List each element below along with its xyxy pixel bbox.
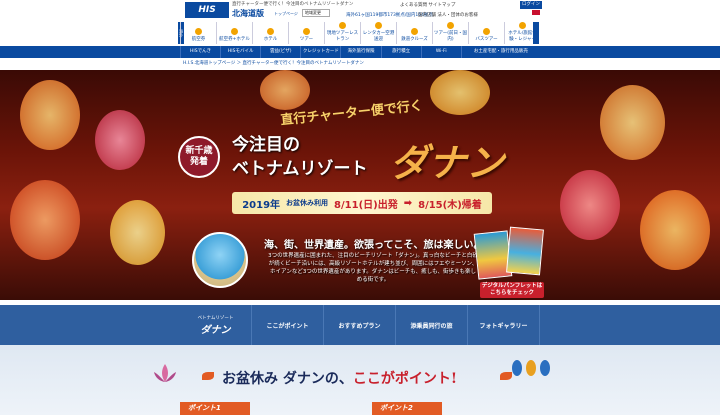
nav-denki[interactable]: HISでんき xyxy=(180,46,220,58)
points-headline: お盆休み ダナンの、ここがポイント! xyxy=(222,371,458,387)
site-header: HIS 直行チャーター便で行く！今注目のベトナムリゾートダナン 北海道版 トップ… xyxy=(0,0,720,46)
section-nav-points[interactable]: ここがポイント xyxy=(252,305,324,345)
nav-insurance[interactable]: 海外旅行保険 xyxy=(340,46,380,58)
lantern-image xyxy=(560,170,620,240)
lantern-image xyxy=(95,110,145,170)
plane-icon xyxy=(195,28,202,35)
section-nav: ベトナムリゾート ダナン ここがポイント おすすめプラン 添乗員同行の旅 フォト… xyxy=(0,305,720,345)
category-rail[interactable]: 鉄道クルーズ xyxy=(396,22,432,44)
category-domestic-tour[interactable]: ツアー(前日・国内) xyxy=(432,22,468,44)
category-local-tour[interactable]: 現地ツアーレストラン xyxy=(324,22,360,44)
tour-icon xyxy=(303,28,310,35)
lantern-image xyxy=(600,85,665,160)
train-icon xyxy=(411,28,418,35)
ryokan-icon xyxy=(519,22,526,29)
nav-mobile[interactable]: HISモバイル xyxy=(220,46,260,58)
language-flag-icon[interactable] xyxy=(532,10,540,15)
section-nav-plans[interactable]: おすすめプラン xyxy=(324,305,396,345)
breadcrumb[interactable]: H.I.S.北海道トップページ ＞ 直行チャーター便で行く！今注目のベトナムリゾ… xyxy=(183,60,364,66)
bus-icon xyxy=(483,28,490,35)
login-button[interactable]: ログイン xyxy=(520,1,542,9)
category-rental[interactable]: レンタカー空港送迎 xyxy=(360,22,396,44)
sub-links[interactable]: 国内店舗 法人・団体のお客様 xyxy=(418,12,478,18)
region-label: 北海道版 xyxy=(232,9,264,18)
plane-hotel-icon xyxy=(231,28,238,35)
obon-label: お盆休み利用 xyxy=(286,199,329,207)
category-bus[interactable]: バスツアー xyxy=(468,22,504,44)
lantern-image xyxy=(640,190,710,270)
car-icon xyxy=(375,22,382,29)
travel-dates: 2019年 お盆休み利用 8/11(日)出発 ➡ 8/15(木)帰着 xyxy=(232,192,492,214)
depart-date: 8/11(日)出発 xyxy=(334,199,398,211)
category-ryokan[interactable]: ホテル/旅館体験・レジャー xyxy=(504,22,540,44)
leaf-icon xyxy=(500,372,512,380)
lantern-image xyxy=(20,80,80,150)
category-airline[interactable]: 航空券 xyxy=(180,22,216,44)
hotel-icon xyxy=(267,28,274,35)
top-page-link[interactable]: トップページ xyxy=(274,11,298,17)
section-nav-danang[interactable]: ベトナムリゾート ダナン xyxy=(180,305,252,345)
category-bar: 航空券 航空券+ホテル ホテル ツアー 現地ツアーレストラン レンタカー空港送迎… xyxy=(180,22,540,44)
lantern-image xyxy=(110,200,165,265)
tour2-icon xyxy=(447,22,454,29)
beach-photo xyxy=(192,232,248,288)
leaf-icon xyxy=(202,372,214,380)
nav-visa[interactable]: 雲益(ビザ) xyxy=(260,46,300,58)
category-tour[interactable]: ツアー xyxy=(288,22,324,44)
section-nav-gallery[interactable]: フォトギャラリー xyxy=(468,305,540,345)
lantern-image xyxy=(10,180,80,260)
year-label: 2019年 xyxy=(242,199,281,211)
pamphlet-cover xyxy=(506,226,544,276)
lantern-image xyxy=(260,70,310,110)
copy-body: 3つの世界遺産に囲まれた、注目のビーチリゾート「ダナン」。真っ白なビーチと白砂が… xyxy=(268,253,478,283)
point2-label: ポイント2 xyxy=(372,402,442,415)
hero-title-line1: 今注目の xyxy=(232,135,300,155)
new-chitose-badge: 新千歳発着 xyxy=(178,136,220,178)
copy-title: 海、街、世界遺産。欲張ってこそ、旅は楽しい。 xyxy=(264,240,484,251)
section-nav-escorted[interactable]: 添乗員同行の旅 xyxy=(396,305,468,345)
hero-title-line2: ベトナムリゾート xyxy=(232,159,368,179)
category-hotel[interactable]: ホテル xyxy=(252,22,288,44)
category-air-hotel[interactable]: 航空券+ホテル xyxy=(216,22,252,44)
point1-label: ポイント1 xyxy=(180,402,250,415)
pamphlet-button[interactable]: デジタルパンフレットはこちらをチェック xyxy=(480,282,544,298)
pamphlet-image[interactable] xyxy=(473,226,544,286)
nav-credit[interactable]: クレジットカード xyxy=(300,46,340,58)
his-logo[interactable]: HIS xyxy=(185,2,229,18)
lantern-image xyxy=(430,70,490,115)
restaurant-icon xyxy=(339,22,346,29)
nav-savings[interactable]: 旅行積立 xyxy=(380,46,421,58)
return-date: 8/15(木)帰着 xyxy=(418,199,482,211)
region-select[interactable]: 地域変更 xyxy=(302,9,330,17)
page-top-title: 直行チャーター便で行く！今注目のベトナムリゾートダナン xyxy=(232,2,354,7)
nav-souvenir[interactable]: お土産宅配・旅行用品販売 xyxy=(460,46,540,58)
nav-wifi[interactable]: Wi-Fi xyxy=(420,46,461,58)
service-nav: HISでんき HISモバイル 雲益(ビザ) クレジットカード 海外旅行保険 旅行… xyxy=(0,46,720,58)
lantern-icon xyxy=(512,360,522,376)
lantern-icon xyxy=(540,360,550,376)
lotus-icon xyxy=(150,362,180,384)
arrow-icon: ➡ xyxy=(403,197,413,209)
help-links[interactable]: よくある質問 サイトマップ xyxy=(400,2,455,8)
hero-title-danang: ダナン xyxy=(390,140,505,185)
lantern-icon xyxy=(526,360,536,376)
